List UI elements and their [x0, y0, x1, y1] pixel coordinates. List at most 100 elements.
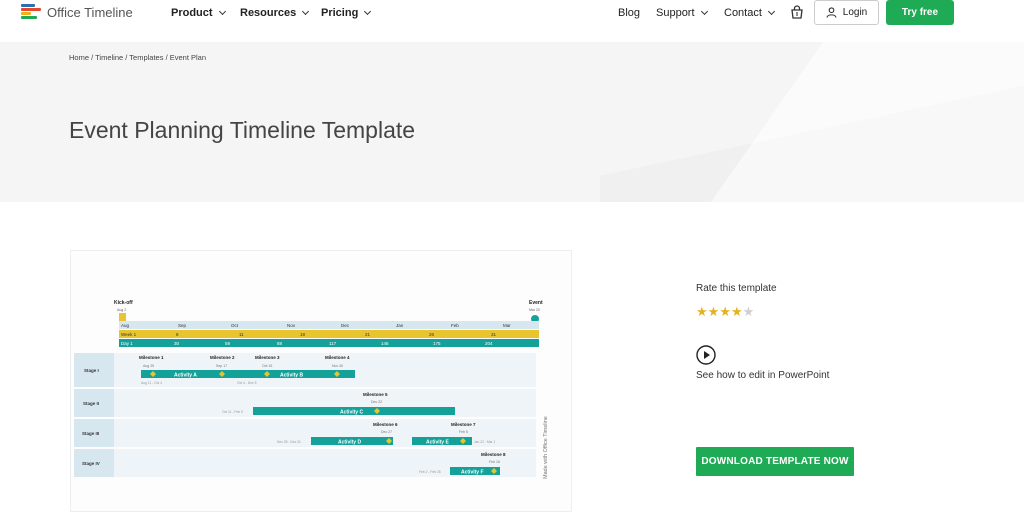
milestone-date: Nov 30 — [332, 364, 343, 368]
page-title: Event Planning Timeline Template — [69, 117, 416, 143]
milestone-date: Feb 16 — [489, 460, 500, 464]
watermark-text: Made with Office Timeline — [543, 416, 549, 479]
page: Office Timeline Product Resources Pricin… — [0, 0, 1024, 512]
day-label: Day 1 — [121, 341, 133, 346]
star-filled-icon[interactable]: ★ — [708, 305, 720, 318]
activity-range: Jan 22 - Mar 1 — [474, 440, 495, 444]
day-label: 30 — [174, 341, 180, 346]
milestone-date: Dec 27 — [381, 430, 392, 434]
stage-label: Stage IV — [82, 461, 100, 466]
nav-product-label: Product — [171, 7, 213, 19]
day-label: 204 — [485, 341, 493, 346]
site-header: Office Timeline Product Resources Pricin… — [0, 0, 1024, 42]
day-label: 175 — [433, 341, 441, 346]
week-label: 11 — [239, 332, 244, 337]
template-preview[interactable]: Kick-off Aug 2 Event Mar 20 Aug Sep Oct … — [70, 250, 572, 512]
milestone-label: Milestone 8 — [481, 452, 506, 457]
office-timeline-logo-icon — [21, 4, 41, 20]
nav-pricing-label: Pricing — [321, 7, 359, 19]
nav-blog[interactable]: Blog — [618, 5, 640, 21]
activity-label: Activity B — [280, 373, 303, 379]
play-circle-icon[interactable] — [696, 345, 716, 365]
milestone-date: Sep 17 — [216, 364, 227, 368]
milestone-label: Milestone 4 — [325, 355, 350, 360]
month-label: Oct — [231, 323, 239, 328]
edit-in-powerpoint-link[interactable]: See how to edit in PowerPoint — [696, 370, 829, 381]
week-label: 26 — [429, 332, 435, 337]
day-label: 117 — [329, 341, 337, 346]
chevron-down-icon — [700, 7, 708, 16]
login-button[interactable]: Login — [814, 0, 879, 25]
month-label: Mar — [503, 323, 511, 328]
star-filled-icon[interactable]: ★ — [696, 305, 708, 318]
nav-product[interactable]: Product — [171, 5, 226, 21]
milestone-label: Milestone 2 — [210, 355, 235, 360]
hero-banner: Home / Timeline / Templates / Event Plan… — [0, 42, 1024, 202]
nav-contact[interactable]: Contact — [724, 5, 775, 21]
week-band — [119, 330, 539, 338]
week-label: 31 — [491, 332, 497, 337]
day-label: 88 — [277, 341, 283, 346]
chevron-down-icon — [364, 7, 372, 16]
download-template-label: DOWNLOAD TEMPLATE NOW — [701, 456, 849, 467]
event-date: Mar 20 — [529, 308, 540, 312]
milestone-label: Milestone 6 — [373, 422, 398, 427]
day-label: 146 — [381, 341, 389, 346]
chevron-down-icon — [218, 7, 226, 16]
activity-label: Activity F — [461, 470, 484, 476]
month-label: Aug — [121, 323, 130, 328]
nav-blog-label: Blog — [618, 7, 641, 19]
nav-contact-label: Contact — [724, 7, 762, 19]
activity-range: Feb 2 - Feb 28 — [419, 470, 441, 474]
nav-resources-label: Resources — [240, 7, 297, 19]
activity-range: Oct 4 - Dec 5 — [237, 381, 257, 385]
star-empty-icon[interactable]: ★ — [743, 305, 755, 318]
breadcrumb[interactable]: Home / Timeline / Templates / Event Plan — [69, 53, 206, 62]
milestone-label: Milestone 5 — [363, 392, 388, 397]
month-label: Sep — [178, 323, 187, 328]
kickoff-label: Kick-off — [114, 300, 133, 306]
nav-support-label: Support — [656, 7, 695, 19]
milestone-label: Milestone 3 — [255, 355, 280, 360]
nav-support[interactable]: Support — [656, 5, 708, 21]
activity-label: Activity D — [338, 440, 361, 446]
chevron-down-icon — [767, 7, 775, 16]
milestone-date: Feb 6 — [459, 430, 468, 434]
logo-text: Office Timeline — [47, 4, 133, 20]
month-label: Jan — [396, 323, 404, 328]
download-template-button[interactable]: DOWNLOAD TEMPLATE NOW — [696, 447, 854, 476]
activity-range: Oct 11 - Feb 9 — [222, 410, 243, 414]
logo[interactable]: Office Timeline — [21, 4, 133, 20]
month-label: Feb — [451, 323, 459, 328]
timeline-preview-graphic: Kick-off Aug 2 Event Mar 20 Aug Sep Oct … — [74, 300, 549, 479]
stage-label: Stage III — [82, 431, 99, 436]
month-label: Dec — [341, 323, 350, 328]
milestone-date: Dec 22 — [371, 400, 382, 404]
rate-template-label: Rate this template — [696, 283, 777, 294]
try-free-button[interactable]: Try free — [886, 0, 954, 25]
activity-label: Activity C — [340, 410, 363, 416]
milestone-label: Milestone 1 — [139, 355, 164, 360]
nav-resources[interactable]: Resources — [240, 5, 310, 21]
kickoff-date: Aug 2 — [117, 308, 126, 312]
star-filled-icon[interactable]: ★ — [719, 305, 731, 318]
activity-range: Nov 28 - Dec 31 — [277, 440, 301, 444]
shopping-bag-icon[interactable] — [790, 5, 804, 19]
stage-label: Stage I — [84, 368, 99, 373]
milestone-date: Oct 15 — [262, 364, 272, 368]
rating-stars[interactable]: ★ ★ ★ ★ ★ — [696, 305, 754, 318]
event-label: Event — [529, 300, 543, 306]
activity-range: Aug 11 - Oct 4 — [141, 381, 162, 385]
user-icon — [826, 7, 837, 18]
milestone-label: Milestone 7 — [451, 422, 476, 427]
star-filled-icon[interactable]: ★ — [731, 305, 743, 318]
login-label: Login — [842, 7, 868, 18]
day-label: 59 — [225, 341, 231, 346]
activity-label: Activity E — [426, 440, 449, 446]
activity-label: Activity A — [174, 373, 197, 379]
milestone-date: Aug 25 — [143, 364, 154, 368]
stage-label: Stage II — [83, 401, 99, 406]
nav-pricing[interactable]: Pricing — [321, 5, 372, 21]
week-label: 18 — [300, 332, 306, 337]
month-label: Nov — [287, 323, 296, 328]
